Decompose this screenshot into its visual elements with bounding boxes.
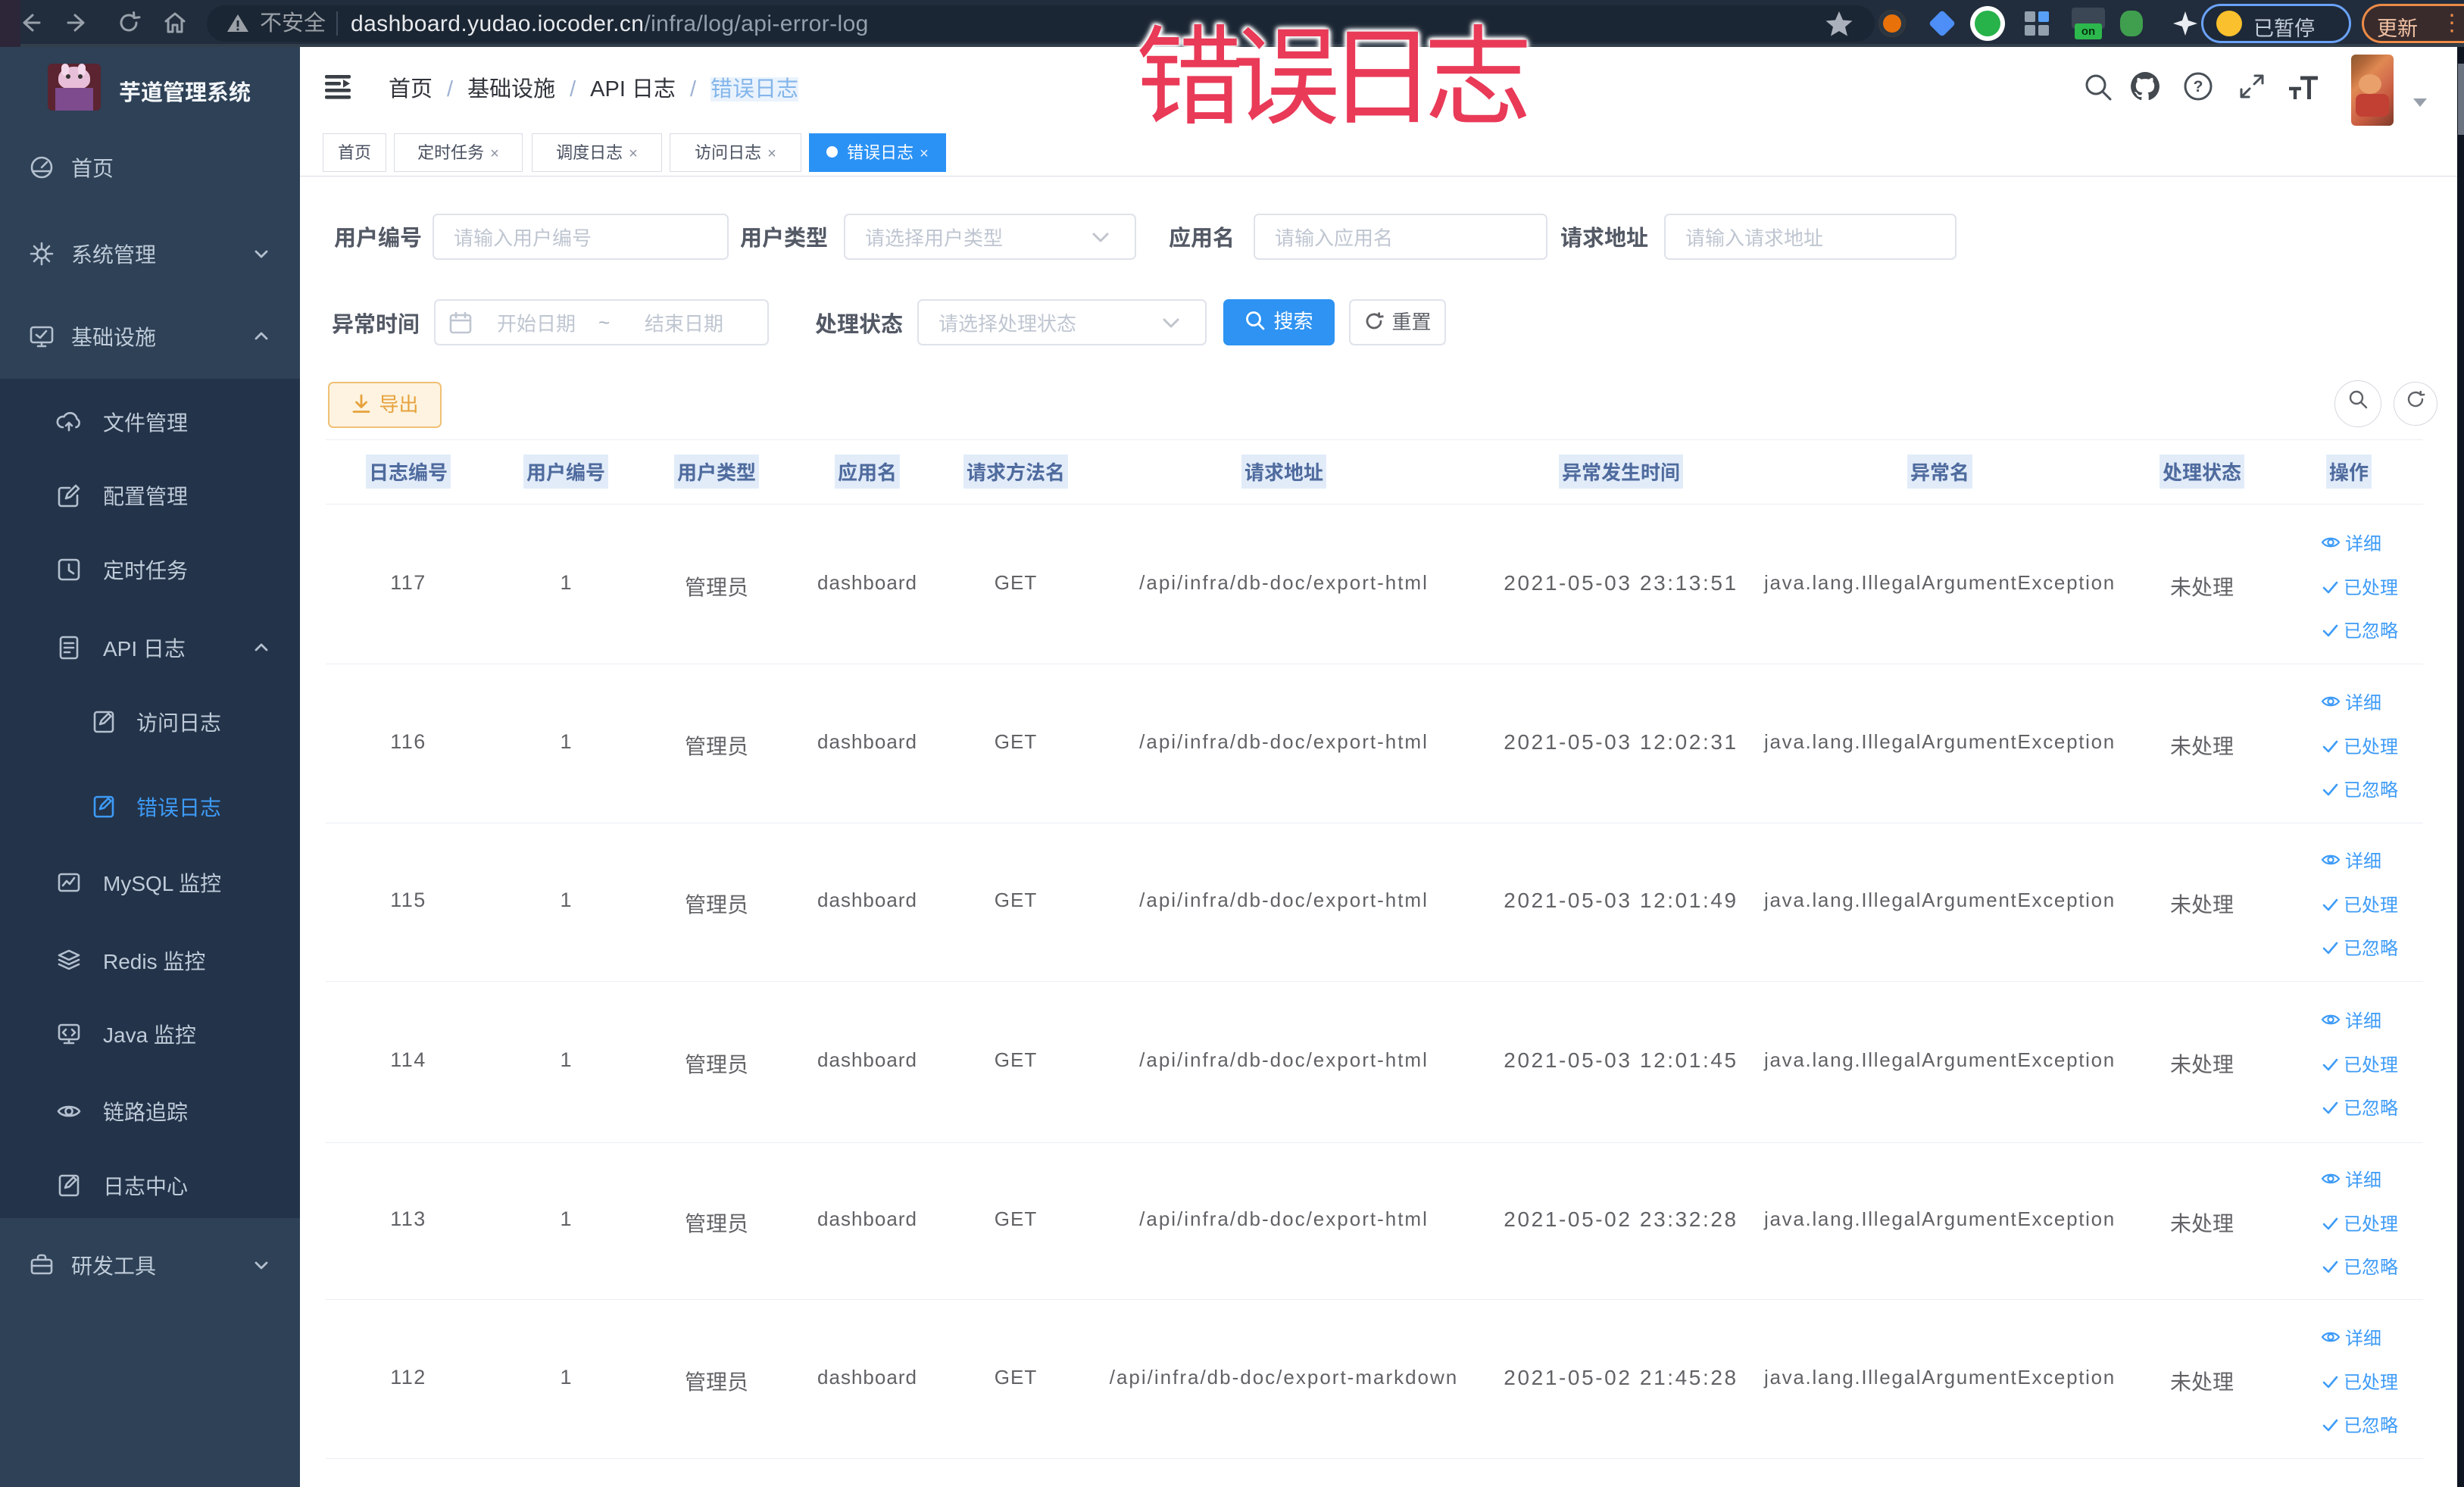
svg-text:?: ?	[2194, 78, 2203, 95]
